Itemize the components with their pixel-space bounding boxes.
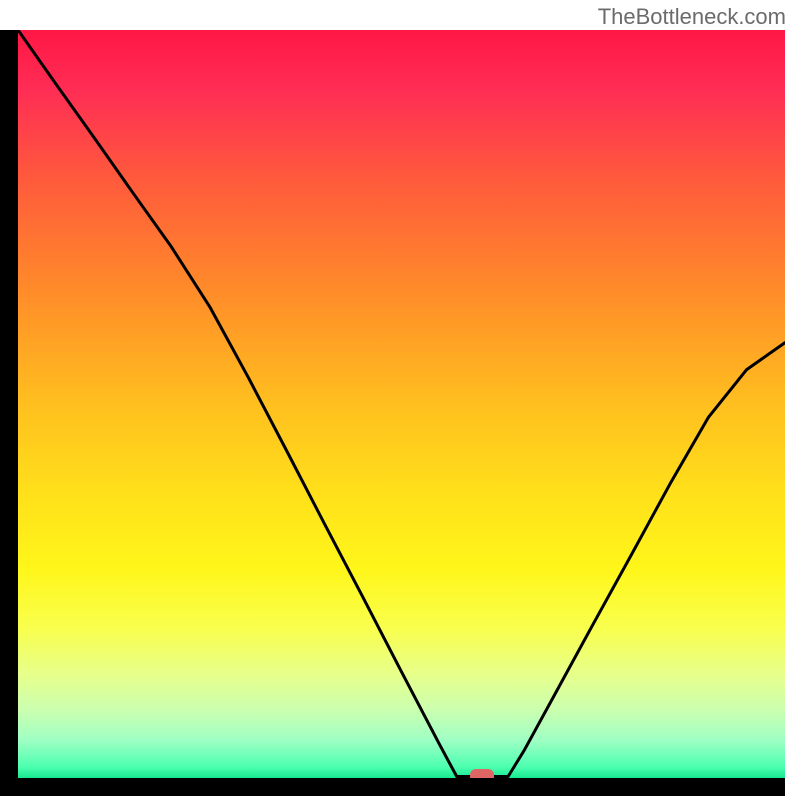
chart-svg	[0, 0, 800, 800]
bottleneck-chart: TheBottleneck.com	[0, 0, 800, 800]
chart-background-gradient	[18, 30, 785, 778]
watermark-text: TheBottleneck.com	[598, 4, 786, 30]
